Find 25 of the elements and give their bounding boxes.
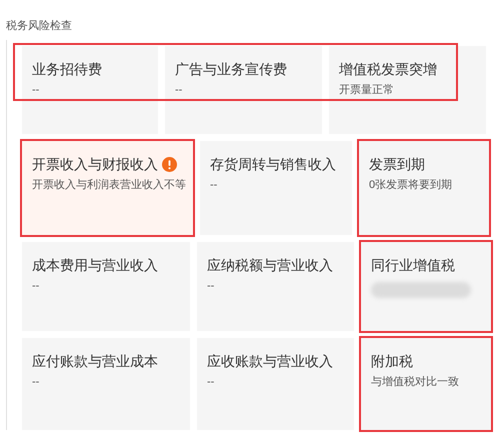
card-title: 应纳税额与营业收入 bbox=[207, 256, 333, 274]
card-value: -- bbox=[210, 178, 218, 193]
card-value: -- bbox=[32, 279, 40, 294]
card-value: 与增值税对比一致 bbox=[371, 375, 460, 390]
card-title: 同行业增值税 bbox=[371, 256, 455, 274]
card-title: 应付账款与营业成本 bbox=[32, 352, 158, 370]
card-title: 开票收入与财报收入 bbox=[32, 155, 158, 173]
card-title: 应收账款与营业收入 bbox=[207, 352, 333, 370]
card-value: -- bbox=[207, 375, 216, 390]
card-value: 0张发票将要到期 bbox=[369, 178, 454, 193]
card-value: -- bbox=[207, 279, 216, 294]
card-value: -- bbox=[32, 375, 40, 390]
card-title: 增值税发票突增 bbox=[339, 60, 437, 78]
card-title: 成本费用与营业收入 bbox=[32, 256, 158, 274]
warning-icon bbox=[162, 156, 177, 172]
card-title: 业务招待费 bbox=[32, 60, 102, 78]
section-title: 税务风险检查 bbox=[5, 19, 72, 34]
card-title: 广告与业务宣传费 bbox=[175, 60, 287, 78]
card-value: 开票收入与利润表营业收入不等 bbox=[32, 178, 183, 193]
card-value: -- bbox=[175, 83, 184, 98]
card-value: 开票量正常 bbox=[339, 83, 395, 98]
card-title: 存货周转与销售收入 bbox=[210, 155, 336, 173]
card-title: 发票到期 bbox=[369, 155, 425, 173]
card-title: 附加税 bbox=[371, 352, 413, 370]
card-value: -- bbox=[32, 83, 40, 98]
